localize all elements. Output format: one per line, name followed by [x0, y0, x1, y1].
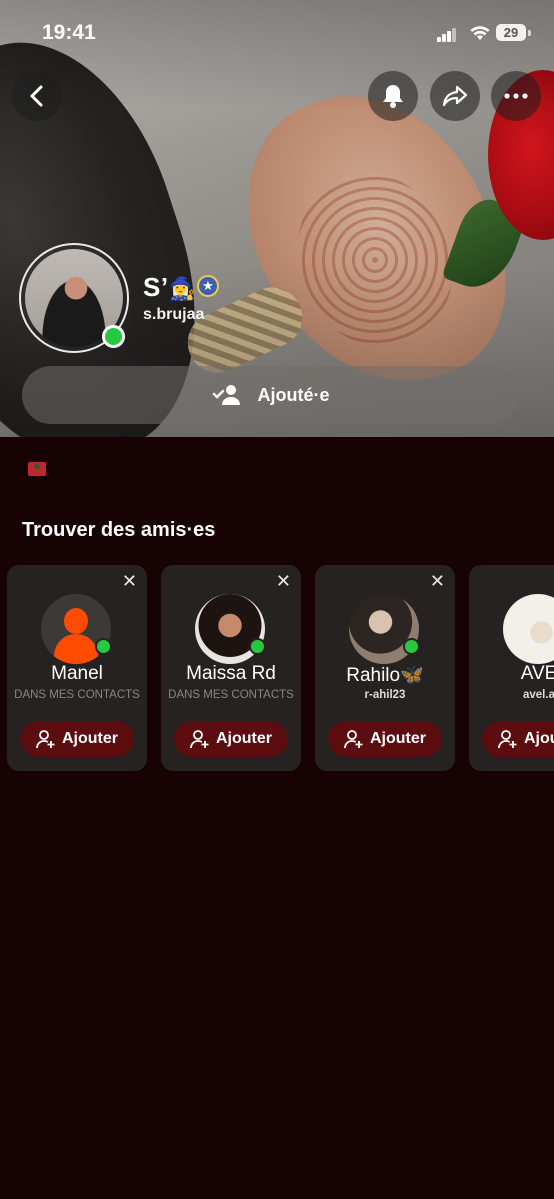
- dismiss-suggestion-button[interactable]: ✕: [122, 571, 137, 592]
- battery-icon: 29: [496, 24, 526, 41]
- online-status-dot: [249, 638, 266, 655]
- add-friend-button[interactable]: Ajouter: [328, 721, 442, 757]
- suggestion-username: r-ahil23: [364, 689, 406, 701]
- more-options-button[interactable]: [491, 71, 541, 121]
- battery-tip: [528, 30, 531, 36]
- add-friend-label: Ajouter: [216, 730, 272, 747]
- find-friends-title: Trouver des amis·es: [22, 519, 216, 541]
- chevron-left-icon: [30, 85, 43, 107]
- add-friend-icon: [190, 730, 209, 749]
- added-button-label: Ajouté·e: [257, 384, 330, 405]
- add-friend-button[interactable]: Ajouter: [20, 721, 134, 757]
- suggestion-name: Rahilo🦋: [346, 665, 424, 686]
- add-friend-button[interactable]: Ajouter: [482, 721, 554, 757]
- add-friend-label: Ajouter: [370, 730, 426, 747]
- more-icon: [504, 93, 528, 99]
- suggestion-subtitle: DANS MES CONTACTS: [168, 689, 294, 701]
- suggestion-avatar[interactable]: [503, 594, 554, 664]
- add-friend-label: Ajouter: [62, 730, 118, 747]
- star-badge-icon[interactable]: ★: [197, 275, 219, 297]
- suggestion-username: avel.a: [523, 689, 554, 701]
- friend-suggestion-card[interactable]: AVE avel.a Ajouter: [469, 565, 554, 771]
- friend-suggestions-carousel[interactable]: ✕ Manel DANS MES CONTACTS Ajouter ✕ Mais…: [7, 565, 554, 771]
- suggestion-name: AVE: [520, 663, 554, 684]
- online-status-dot: [102, 325, 125, 348]
- bell-icon: [383, 85, 403, 108]
- share-button[interactable]: [430, 71, 480, 121]
- add-friend-button[interactable]: Ajouter: [174, 721, 288, 757]
- online-status-dot: [403, 638, 420, 655]
- dismiss-suggestion-button[interactable]: ✕: [430, 571, 445, 592]
- back-button[interactable]: [12, 71, 62, 121]
- profile-header-banner: 19:41 29 S’🧙‍♀️ ★ s.brujaa Ajouté·e: [0, 0, 554, 437]
- flag-icon: [28, 460, 46, 476]
- suggestion-name: Manel: [51, 663, 103, 684]
- friend-suggestion-card[interactable]: ✕ Maissa Rd DANS MES CONTACTS Ajouter: [161, 565, 301, 771]
- suggestion-name: Maissa Rd: [186, 663, 276, 684]
- name-emoji: 🧙‍♀️: [168, 276, 197, 301]
- display-name: S’🧙‍♀️: [143, 272, 196, 303]
- signal-icon: [437, 28, 457, 42]
- friend-added-icon: [212, 385, 240, 405]
- online-status-dot: [95, 638, 112, 655]
- friend-suggestion-card[interactable]: ✕ Manel DANS MES CONTACTS Ajouter: [7, 565, 147, 771]
- add-friend-icon: [36, 730, 55, 749]
- add-friend-icon: [498, 730, 517, 749]
- add-friend-label: Ajouter: [524, 730, 554, 747]
- share-icon: [442, 85, 468, 107]
- add-friend-icon: [344, 730, 363, 749]
- notifications-button[interactable]: [368, 71, 418, 121]
- display-name-text: S’: [143, 272, 169, 302]
- username: s.brujaa: [143, 306, 205, 323]
- added-friend-button[interactable]: Ajouté·e: [22, 366, 519, 424]
- suggestion-subtitle: DANS MES CONTACTS: [14, 689, 140, 701]
- status-time: 19:41: [42, 21, 96, 44]
- wifi-icon: [470, 25, 490, 46]
- friend-suggestion-card[interactable]: ✕ Rahilo🦋 r-ahil23 Ajouter: [315, 565, 455, 771]
- dismiss-suggestion-button[interactable]: ✕: [276, 571, 291, 592]
